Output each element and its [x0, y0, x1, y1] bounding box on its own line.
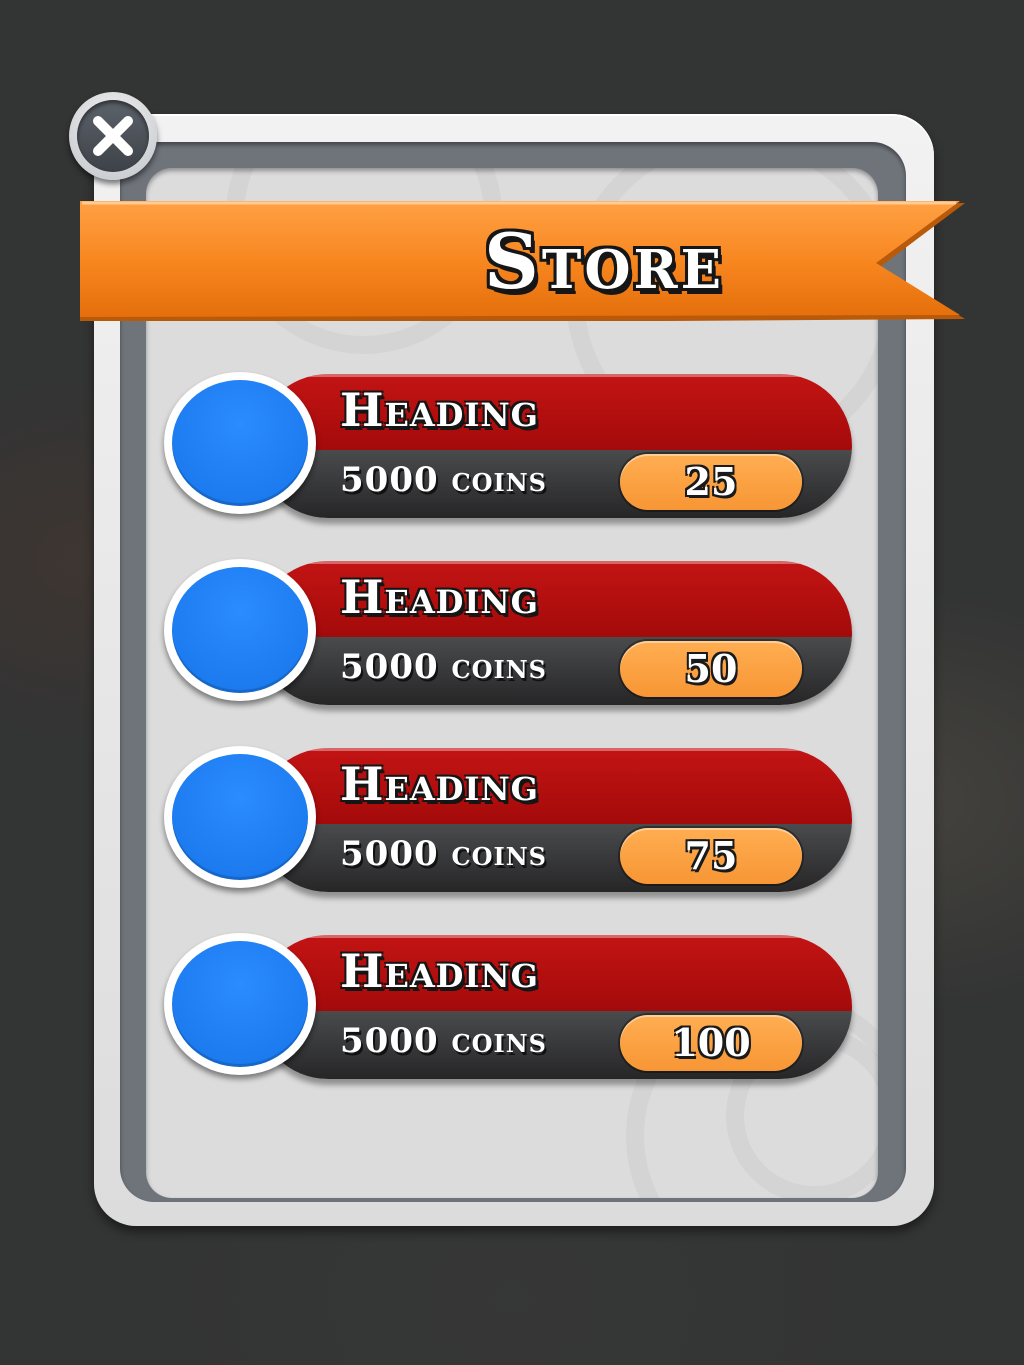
item-icon-frame: [164, 372, 316, 514]
item-heading: Heading: [340, 757, 539, 811]
store-item[interactable]: Heading 5000 coins 75: [164, 742, 854, 894]
item-coins: 5000 coins: [340, 834, 547, 874]
store-item[interactable]: Heading 5000 coins 25: [164, 368, 854, 520]
item-icon: [172, 941, 308, 1067]
item-coins: 5000 coins: [340, 1021, 547, 1061]
store-item[interactable]: Heading 5000 coins 100: [164, 929, 854, 1081]
item-icon: [172, 380, 308, 506]
item-coins: 5000 coins: [340, 647, 547, 687]
buy-button[interactable]: 50: [620, 641, 802, 697]
store-title: Store: [484, 217, 724, 306]
close-button[interactable]: [69, 92, 157, 180]
item-heading: Heading: [340, 383, 539, 437]
buy-button[interactable]: 25: [620, 454, 802, 510]
buy-button[interactable]: 75: [620, 828, 802, 884]
close-icon: [93, 116, 133, 156]
item-icon: [172, 754, 308, 880]
title-ribbon: Store: [80, 199, 965, 321]
item-heading: Heading: [340, 944, 539, 998]
item-heading: Heading: [340, 570, 539, 624]
item-icon-frame: [164, 746, 316, 888]
store-item[interactable]: Heading 5000 coins 50: [164, 555, 854, 707]
item-coins: 5000 coins: [340, 460, 547, 500]
item-icon: [172, 567, 308, 693]
buy-button[interactable]: 100: [620, 1015, 802, 1071]
item-icon-frame: [164, 559, 316, 701]
item-icon-frame: [164, 933, 316, 1075]
